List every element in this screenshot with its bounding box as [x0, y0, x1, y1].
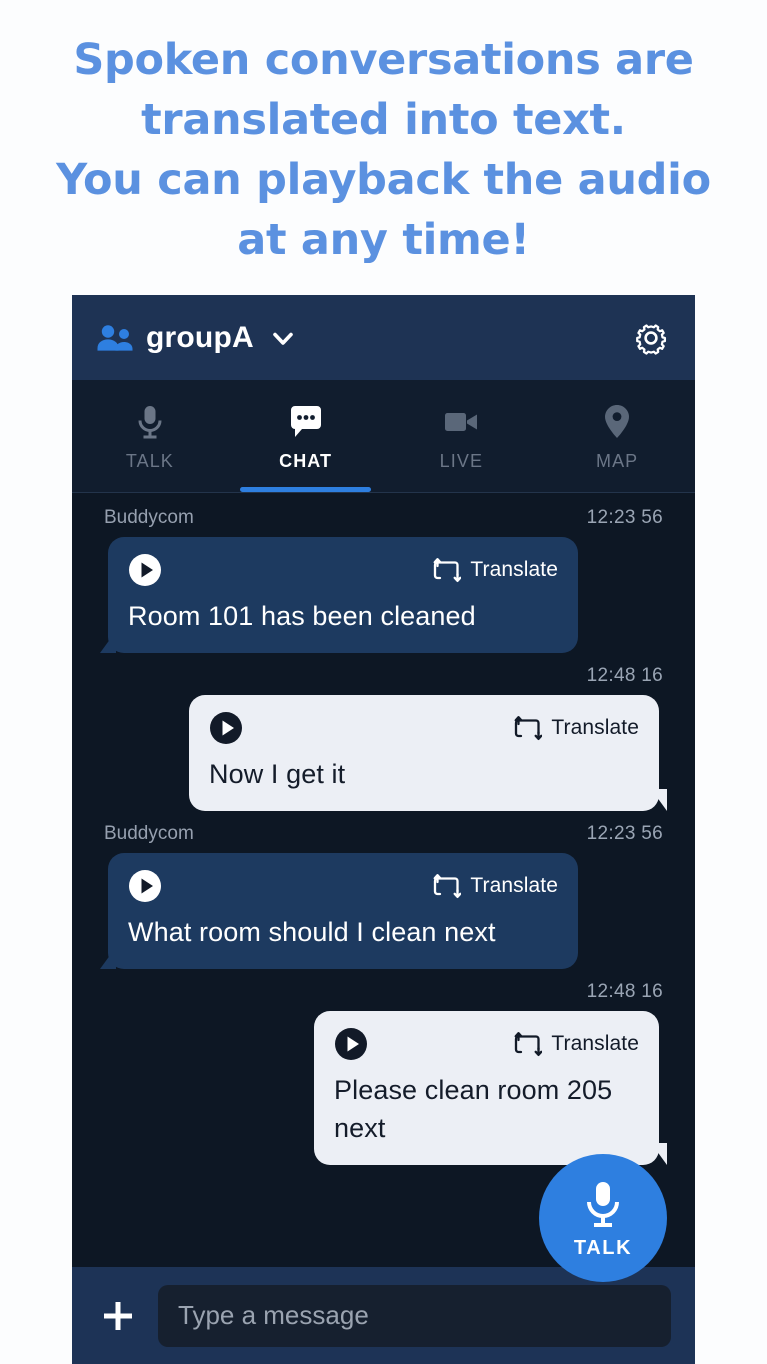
- talk-button[interactable]: TALK: [539, 1154, 667, 1282]
- tab-label: LIVE: [439, 450, 484, 471]
- group-name-label: groupA: [146, 320, 254, 354]
- play-icon[interactable]: [334, 1027, 368, 1061]
- message-time: 12:48 16: [586, 665, 663, 686]
- video-camera-icon: [445, 412, 478, 431]
- chat-message-list[interactable]: Buddycom 12:23 56 Translate Room 101 has…: [72, 493, 695, 1267]
- headline-line-4: at any time!: [237, 215, 530, 265]
- message-meta: Buddycom 12:23 56: [100, 507, 667, 529]
- headline-line-1: Spoken conversations are: [73, 35, 694, 85]
- message-time: 12:48 16: [586, 981, 663, 1002]
- translate-loop-icon: [514, 1032, 543, 1057]
- app-screenshot: groupA TALK CHAT LIVE MAP Buddycom 12:23…: [72, 295, 695, 1364]
- people-icon: [97, 324, 133, 351]
- play-icon[interactable]: [209, 711, 243, 745]
- tab-chat[interactable]: CHAT: [228, 380, 384, 492]
- message-bubble[interactable]: Translate Room 101 has been cleaned: [100, 537, 578, 653]
- translate-label: Translate: [551, 1032, 639, 1055]
- gear-icon[interactable]: [633, 320, 669, 356]
- message-meta: 12:48 16: [100, 981, 667, 1003]
- bubble-toolbar: Translate: [128, 869, 558, 903]
- tab-live[interactable]: LIVE: [384, 380, 540, 492]
- translate-loop-icon: [433, 874, 462, 899]
- message-text: Room 101 has been cleaned: [128, 601, 476, 631]
- message-text: Now I get it: [209, 759, 346, 789]
- message-text: What room should I clean next: [128, 917, 496, 947]
- map-pin-icon: [605, 404, 630, 438]
- chat-message: 12:48 16 Translate: [100, 665, 667, 811]
- headline-line-2: translated into text.: [141, 95, 626, 145]
- main-tab-bar: TALK CHAT LIVE MAP: [72, 380, 695, 493]
- app-header: groupA: [72, 295, 695, 380]
- translate-button[interactable]: Translate: [433, 873, 558, 899]
- tab-talk[interactable]: TALK: [72, 380, 228, 492]
- page-headline: Spoken conversations are translated into…: [0, 30, 767, 270]
- message-bubble[interactable]: Translate Please clean room 205 next: [314, 1011, 667, 1165]
- headline-line-3: You can playback the audio: [56, 155, 711, 205]
- bubble-toolbar: Translate: [334, 1027, 639, 1061]
- talk-button-label: TALK: [573, 1236, 633, 1259]
- chat-message: Buddycom 12:23 56 Translate: [100, 823, 667, 969]
- message-sender: Buddycom: [104, 823, 194, 844]
- translate-button[interactable]: Translate: [433, 557, 558, 583]
- plus-icon[interactable]: [96, 1294, 140, 1338]
- translate-button[interactable]: Translate: [514, 1031, 639, 1057]
- message-sender: Buddycom: [104, 507, 194, 528]
- message-meta: Buddycom 12:23 56: [100, 823, 667, 845]
- group-selector[interactable]: groupA: [96, 321, 296, 355]
- message-input[interactable]: [158, 1284, 671, 1347]
- play-icon[interactable]: [128, 553, 162, 587]
- translate-button[interactable]: Translate: [514, 715, 639, 741]
- bubble-toolbar: Translate: [209, 711, 639, 745]
- translate-loop-icon: [514, 716, 543, 741]
- play-icon[interactable]: [128, 869, 162, 903]
- translate-loop-icon: [433, 558, 462, 583]
- message-bubble[interactable]: Translate What room should I clean next: [100, 853, 578, 969]
- message-bubble[interactable]: Translate Now I get it: [189, 695, 667, 811]
- bubble-toolbar: Translate: [128, 553, 558, 587]
- microphone-icon: [587, 1181, 619, 1227]
- chat-bubble-icon: [290, 405, 321, 437]
- tab-label: CHAT: [279, 450, 333, 471]
- microphone-icon: [138, 405, 162, 438]
- tab-label: MAP: [595, 450, 639, 471]
- chat-message: 12:48 16 Translate: [100, 981, 667, 1165]
- translate-label: Translate: [551, 716, 639, 739]
- chevron-down-icon: [273, 332, 293, 345]
- chat-message: Buddycom 12:23 56 Translate: [100, 507, 667, 653]
- tab-label: TALK: [125, 450, 174, 471]
- translate-label: Translate: [470, 558, 558, 581]
- message-time: 12:23 56: [586, 823, 663, 844]
- message-meta: 12:48 16: [100, 665, 667, 687]
- translate-label: Translate: [470, 874, 558, 897]
- message-time: 12:23 56: [586, 507, 663, 528]
- tab-map[interactable]: MAP: [539, 380, 695, 492]
- message-text: Please clean room 205 next: [334, 1075, 613, 1143]
